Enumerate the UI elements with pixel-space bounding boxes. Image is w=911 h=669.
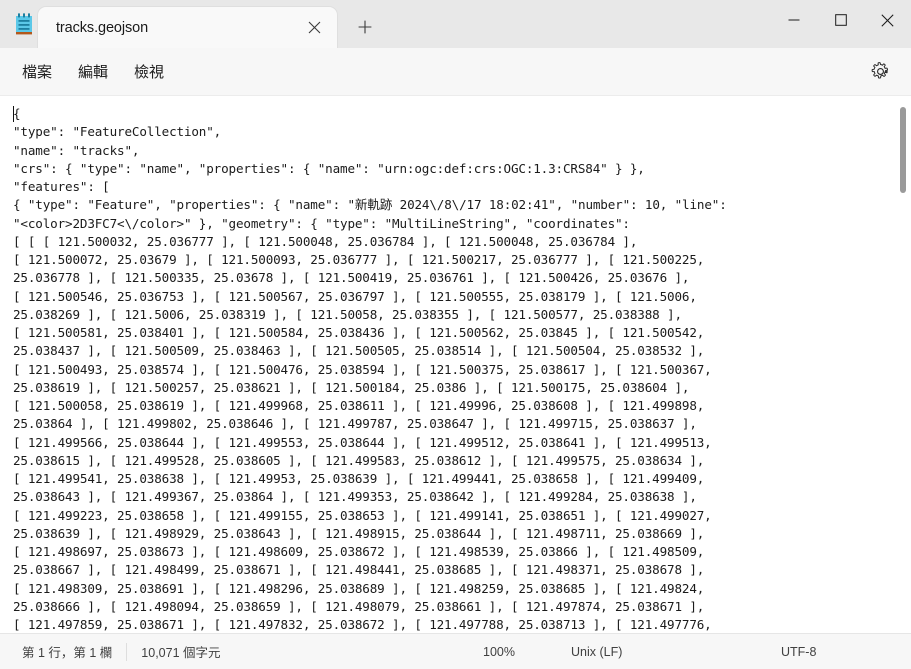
menu-item-file[interactable]: 檔案: [12, 56, 62, 87]
close-icon[interactable]: [299, 13, 329, 43]
tab-title: tracks.geojson: [56, 19, 149, 36]
status-divider: [126, 642, 128, 661]
status-encoding[interactable]: UTF-8: [781, 645, 911, 659]
notepad-icon: [10, 0, 38, 48]
tab-tracks-geojson[interactable]: tracks.geojson: [38, 7, 337, 48]
notepad-window: tracks.geojson 檔案 編輯 檢視 {"type": "Featu…: [0, 0, 911, 669]
text-editor[interactable]: { "type": "FeatureCollection", "name": "…: [0, 96, 911, 633]
editor-area[interactable]: { "type": "FeatureCollection", "name": "…: [0, 96, 911, 633]
title-bar: tracks.geojson: [0, 0, 911, 48]
text-caret: [13, 106, 14, 122]
status-bar: 第 1 行，第 1 欄 10,071 個字元 100% Unix (LF) UT…: [0, 633, 911, 669]
caption-buttons: [770, 0, 911, 40]
menu-item-edit[interactable]: 編輯: [68, 56, 118, 87]
menu-bar: 檔案 編輯 檢視: [0, 48, 911, 96]
menu-item-view[interactable]: 檢視: [124, 56, 174, 87]
status-character-count: 10,071 個字元: [141, 646, 221, 660]
close-icon[interactable]: [864, 0, 911, 40]
editor-content[interactable]: { "type": "FeatureCollection", "name": "…: [13, 105, 911, 633]
maximize-icon[interactable]: [817, 0, 864, 40]
new-tab-button[interactable]: [347, 9, 383, 45]
minimize-icon[interactable]: [770, 0, 817, 40]
status-cursor-position[interactable]: 第 1 行，第 1 欄: [22, 642, 112, 661]
status-zoom[interactable]: 100%: [483, 645, 571, 659]
scrollbar-thumb[interactable]: [900, 107, 906, 193]
status-line-ending[interactable]: Unix (LF): [571, 645, 781, 659]
gear-icon[interactable]: [863, 55, 897, 89]
vertical-scrollbar[interactable]: [895, 96, 911, 633]
